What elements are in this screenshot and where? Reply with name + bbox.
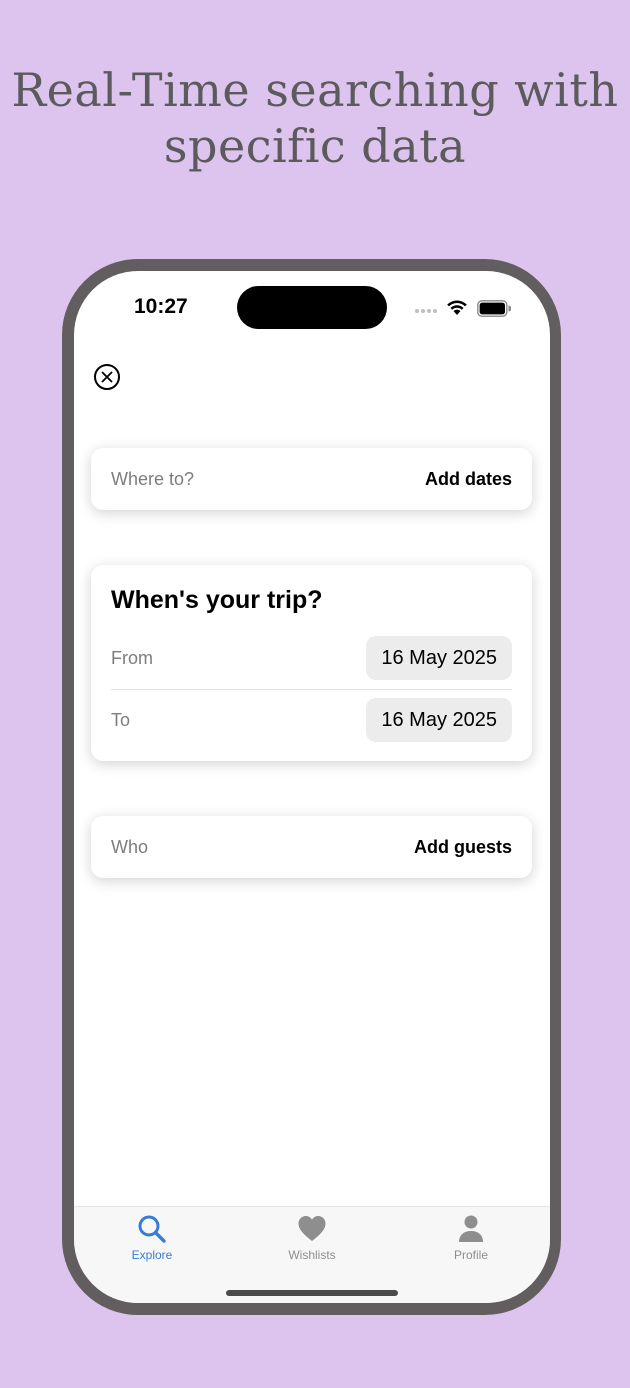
tab-explore-label: Explore	[131, 1248, 173, 1262]
trip-dates-card: When's your trip? From 16 May 2025 To 16…	[91, 565, 532, 761]
tab-wishlists-label: Wishlists	[288, 1248, 336, 1262]
tab-explore[interactable]: Explore	[107, 1214, 197, 1262]
dynamic-island	[237, 286, 387, 329]
close-button[interactable]	[94, 364, 120, 390]
home-indicator[interactable]	[226, 1290, 398, 1296]
tab-wishlists[interactable]: Wishlists	[267, 1214, 357, 1262]
who-label: Who	[111, 836, 149, 857]
search-icon	[138, 1215, 166, 1243]
person-icon	[459, 1215, 483, 1242]
battery-icon	[477, 300, 511, 317]
trip-title: When's your trip?	[111, 586, 323, 614]
from-date-picker[interactable]: 16 May 2025	[366, 636, 512, 680]
add-dates-label: Add dates	[424, 468, 512, 489]
wifi-icon	[447, 300, 467, 315]
headline-line-1: Real-Time searching with	[11, 63, 619, 117]
tab-profile-label: Profile	[453, 1248, 488, 1262]
to-date-picker[interactable]: 16 May 2025	[366, 698, 512, 742]
heart-icon	[298, 1216, 326, 1241]
to-row: To 16 May 2025	[111, 698, 512, 742]
cellular-signal-icon	[415, 309, 437, 313]
close-icon	[101, 371, 113, 383]
from-label: From	[111, 647, 153, 668]
phone-screen: 10:27 Where to? Add dates When's your tr…	[74, 271, 550, 1303]
tab-bar: Explore Wishlists Profile	[74, 1206, 550, 1303]
from-row: From 16 May 2025	[111, 636, 512, 680]
tab-profile[interactable]: Profile	[426, 1214, 516, 1262]
headline-line-2: specific data	[163, 119, 467, 173]
divider	[111, 689, 512, 690]
headline: Real-Time searching with specific data	[0, 62, 630, 174]
where-to-card[interactable]: Where to? Add dates	[91, 448, 532, 510]
to-label: To	[111, 709, 131, 730]
add-guests-label: Add guests	[413, 836, 512, 857]
status-time: 10:27	[134, 295, 188, 318]
who-card[interactable]: Who Add guests	[91, 816, 532, 878]
where-to-label: Where to?	[111, 468, 195, 489]
